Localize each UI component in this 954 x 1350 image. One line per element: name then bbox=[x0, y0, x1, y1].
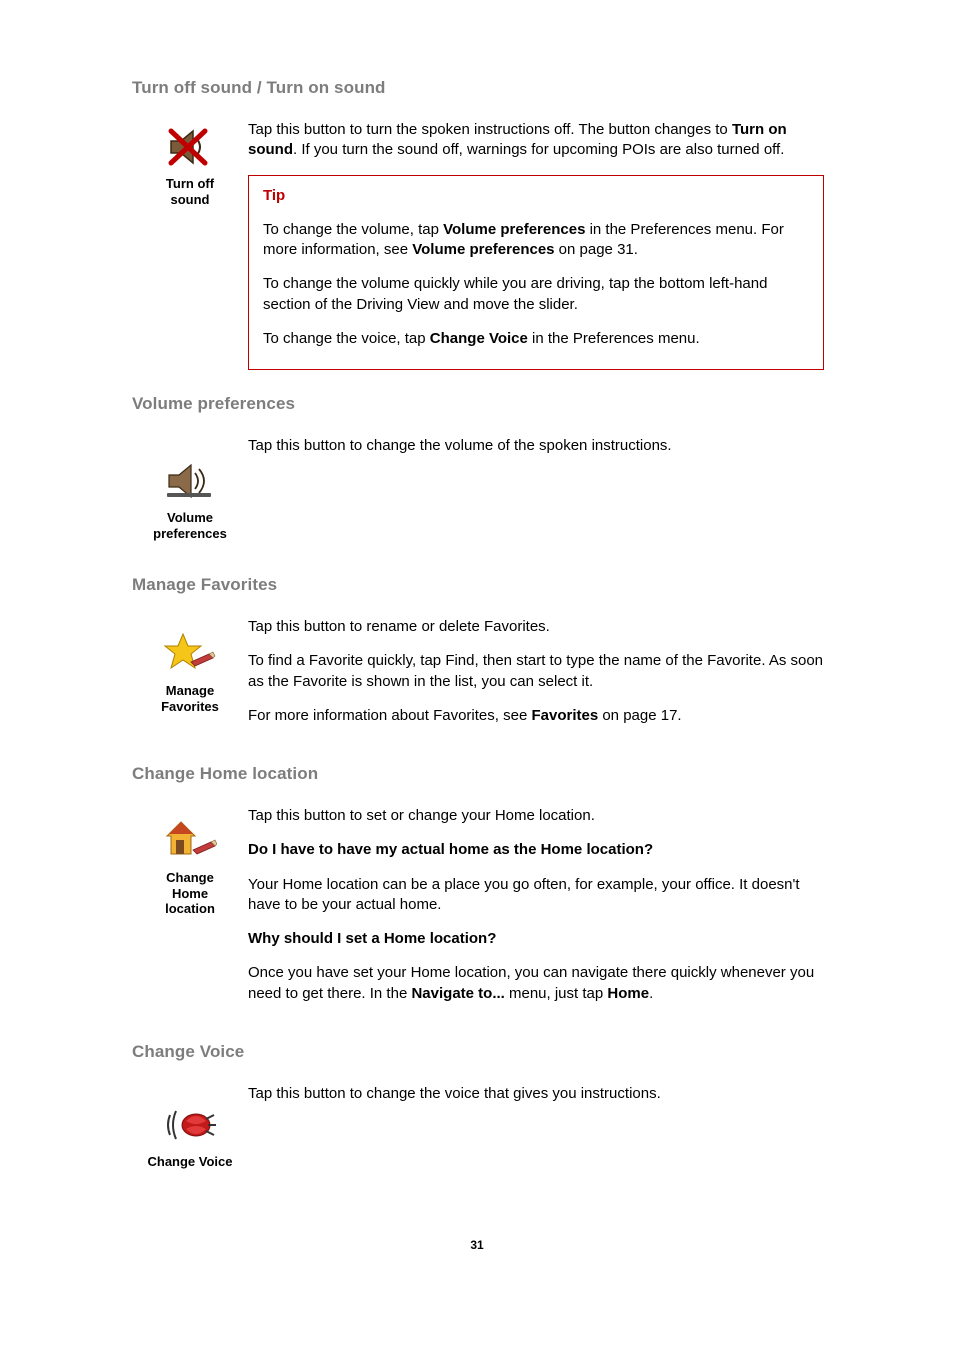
change-voice-icon bbox=[160, 1100, 220, 1150]
block-manage-favorites: Manage Favorites Tap this button to rena… bbox=[132, 617, 824, 740]
icon-label-change-voice: Change Voice bbox=[132, 1154, 248, 1170]
tip-paragraph-3: To change the voice, tap Change Voice in… bbox=[263, 329, 809, 349]
text-bold: Change Voice bbox=[430, 330, 528, 347]
icon-col-turn-off-sound: Turn off sound bbox=[132, 120, 248, 207]
block-turn-off-sound: Turn off sound Tap this button to turn t… bbox=[132, 120, 824, 370]
text-bold: Home bbox=[607, 985, 649, 1002]
text-bold: Volume preferences bbox=[443, 221, 585, 238]
icon-label-turn-off-sound-2: sound bbox=[132, 192, 248, 208]
turn-off-sound-icon bbox=[160, 122, 220, 172]
change-home-q1: Do I have to have my actual home as the … bbox=[248, 840, 824, 860]
change-home-q2: Why should I set a Home location? bbox=[248, 929, 824, 949]
icon-label-change-home-2: Home bbox=[132, 886, 248, 902]
manage-favorites-p1: Tap this button to rename or delete Favo… bbox=[248, 617, 824, 637]
text-bold: Navigate to... bbox=[411, 985, 504, 1002]
icon-label-manage-favorites-2: Favorites bbox=[132, 699, 248, 715]
text-fragment: in the Preferences menu. bbox=[528, 330, 700, 347]
text-bold: Favorites bbox=[531, 707, 598, 724]
change-home-location-icon bbox=[160, 816, 220, 866]
tip-box: Tip To change the volume, tap Volume pre… bbox=[248, 175, 824, 371]
tip-label: Tip bbox=[263, 186, 809, 206]
text-fragment: on page 17. bbox=[598, 707, 681, 724]
change-home-p2: Your Home location can be a place you go… bbox=[248, 875, 824, 916]
change-home-p3: Once you have set your Home location, yo… bbox=[248, 963, 824, 1004]
text-fragment: . If you turn the sound off, warnings fo… bbox=[293, 141, 784, 158]
icon-col-manage-favorites: Manage Favorites bbox=[132, 617, 248, 714]
icon-col-volume-preferences: Volume preferences bbox=[132, 436, 248, 541]
text-fragment: To change the voice, tap bbox=[263, 330, 430, 347]
icon-col-change-home-location: Change Home location bbox=[132, 806, 248, 917]
icon-label-volume-preferences-2: preferences bbox=[132, 526, 248, 542]
icon-label-turn-off-sound-1: Turn off bbox=[132, 176, 248, 192]
page-number: 31 bbox=[0, 1238, 954, 1252]
tip-paragraph-1: To change the volume, tap Volume prefere… bbox=[263, 220, 809, 261]
text-fragment: menu, just tap bbox=[505, 985, 608, 1002]
volume-preferences-p1: Tap this button to change the volume of … bbox=[248, 436, 824, 456]
text-fragment: on page 31. bbox=[555, 241, 638, 258]
block-volume-preferences: Volume preferences Tap this button to ch… bbox=[132, 436, 824, 541]
block-change-home-location: Change Home location Tap this button to … bbox=[132, 806, 824, 1018]
heading-manage-favorites: Manage Favorites bbox=[132, 575, 824, 595]
content-change-home-location: Tap this button to set or change your Ho… bbox=[248, 806, 824, 1018]
volume-preferences-icon bbox=[160, 456, 220, 506]
heading-turn-off-sound: Turn off sound / Turn on sound bbox=[132, 78, 824, 98]
change-voice-p1: Tap this button to change the voice that… bbox=[248, 1084, 824, 1104]
content-turn-off-sound: Tap this button to turn the spoken instr… bbox=[248, 120, 824, 370]
icon-label-change-home-3: location bbox=[132, 901, 248, 917]
text-bold: Volume preferences bbox=[412, 241, 554, 258]
tip-paragraph-2: To change the volume quickly while you a… bbox=[263, 274, 809, 315]
icon-label-volume-preferences-1: Volume bbox=[132, 510, 248, 526]
manage-favorites-icon bbox=[160, 629, 220, 679]
text-fragment: Tap this button to turn the spoken instr… bbox=[248, 121, 732, 138]
text-fragment: . bbox=[649, 985, 653, 1002]
manage-favorites-p2: To find a Favorite quickly, tap Find, th… bbox=[248, 651, 824, 692]
heading-change-voice: Change Voice bbox=[132, 1042, 824, 1062]
icon-col-change-voice: Change Voice bbox=[132, 1084, 248, 1170]
text-fragment: To change the volume, tap bbox=[263, 221, 443, 238]
content-manage-favorites: Tap this button to rename or delete Favo… bbox=[248, 617, 824, 740]
content-volume-preferences: Tap this button to change the volume of … bbox=[248, 436, 824, 470]
change-home-p1: Tap this button to set or change your Ho… bbox=[248, 806, 824, 826]
turn-off-sound-intro: Tap this button to turn the spoken instr… bbox=[248, 120, 824, 161]
icon-label-manage-favorites-1: Manage bbox=[132, 683, 248, 699]
manage-favorites-p3: For more information about Favorites, se… bbox=[248, 706, 824, 726]
content-change-voice: Tap this button to change the voice that… bbox=[248, 1084, 824, 1118]
text-fragment: For more information about Favorites, se… bbox=[248, 707, 531, 724]
heading-volume-preferences: Volume preferences bbox=[132, 394, 824, 414]
icon-label-change-home-1: Change bbox=[132, 870, 248, 886]
heading-change-home-location: Change Home location bbox=[132, 764, 824, 784]
page-container: Turn off sound / Turn on sound Turn off … bbox=[0, 0, 954, 1350]
block-change-voice: Change Voice Tap this button to change t… bbox=[132, 1084, 824, 1170]
